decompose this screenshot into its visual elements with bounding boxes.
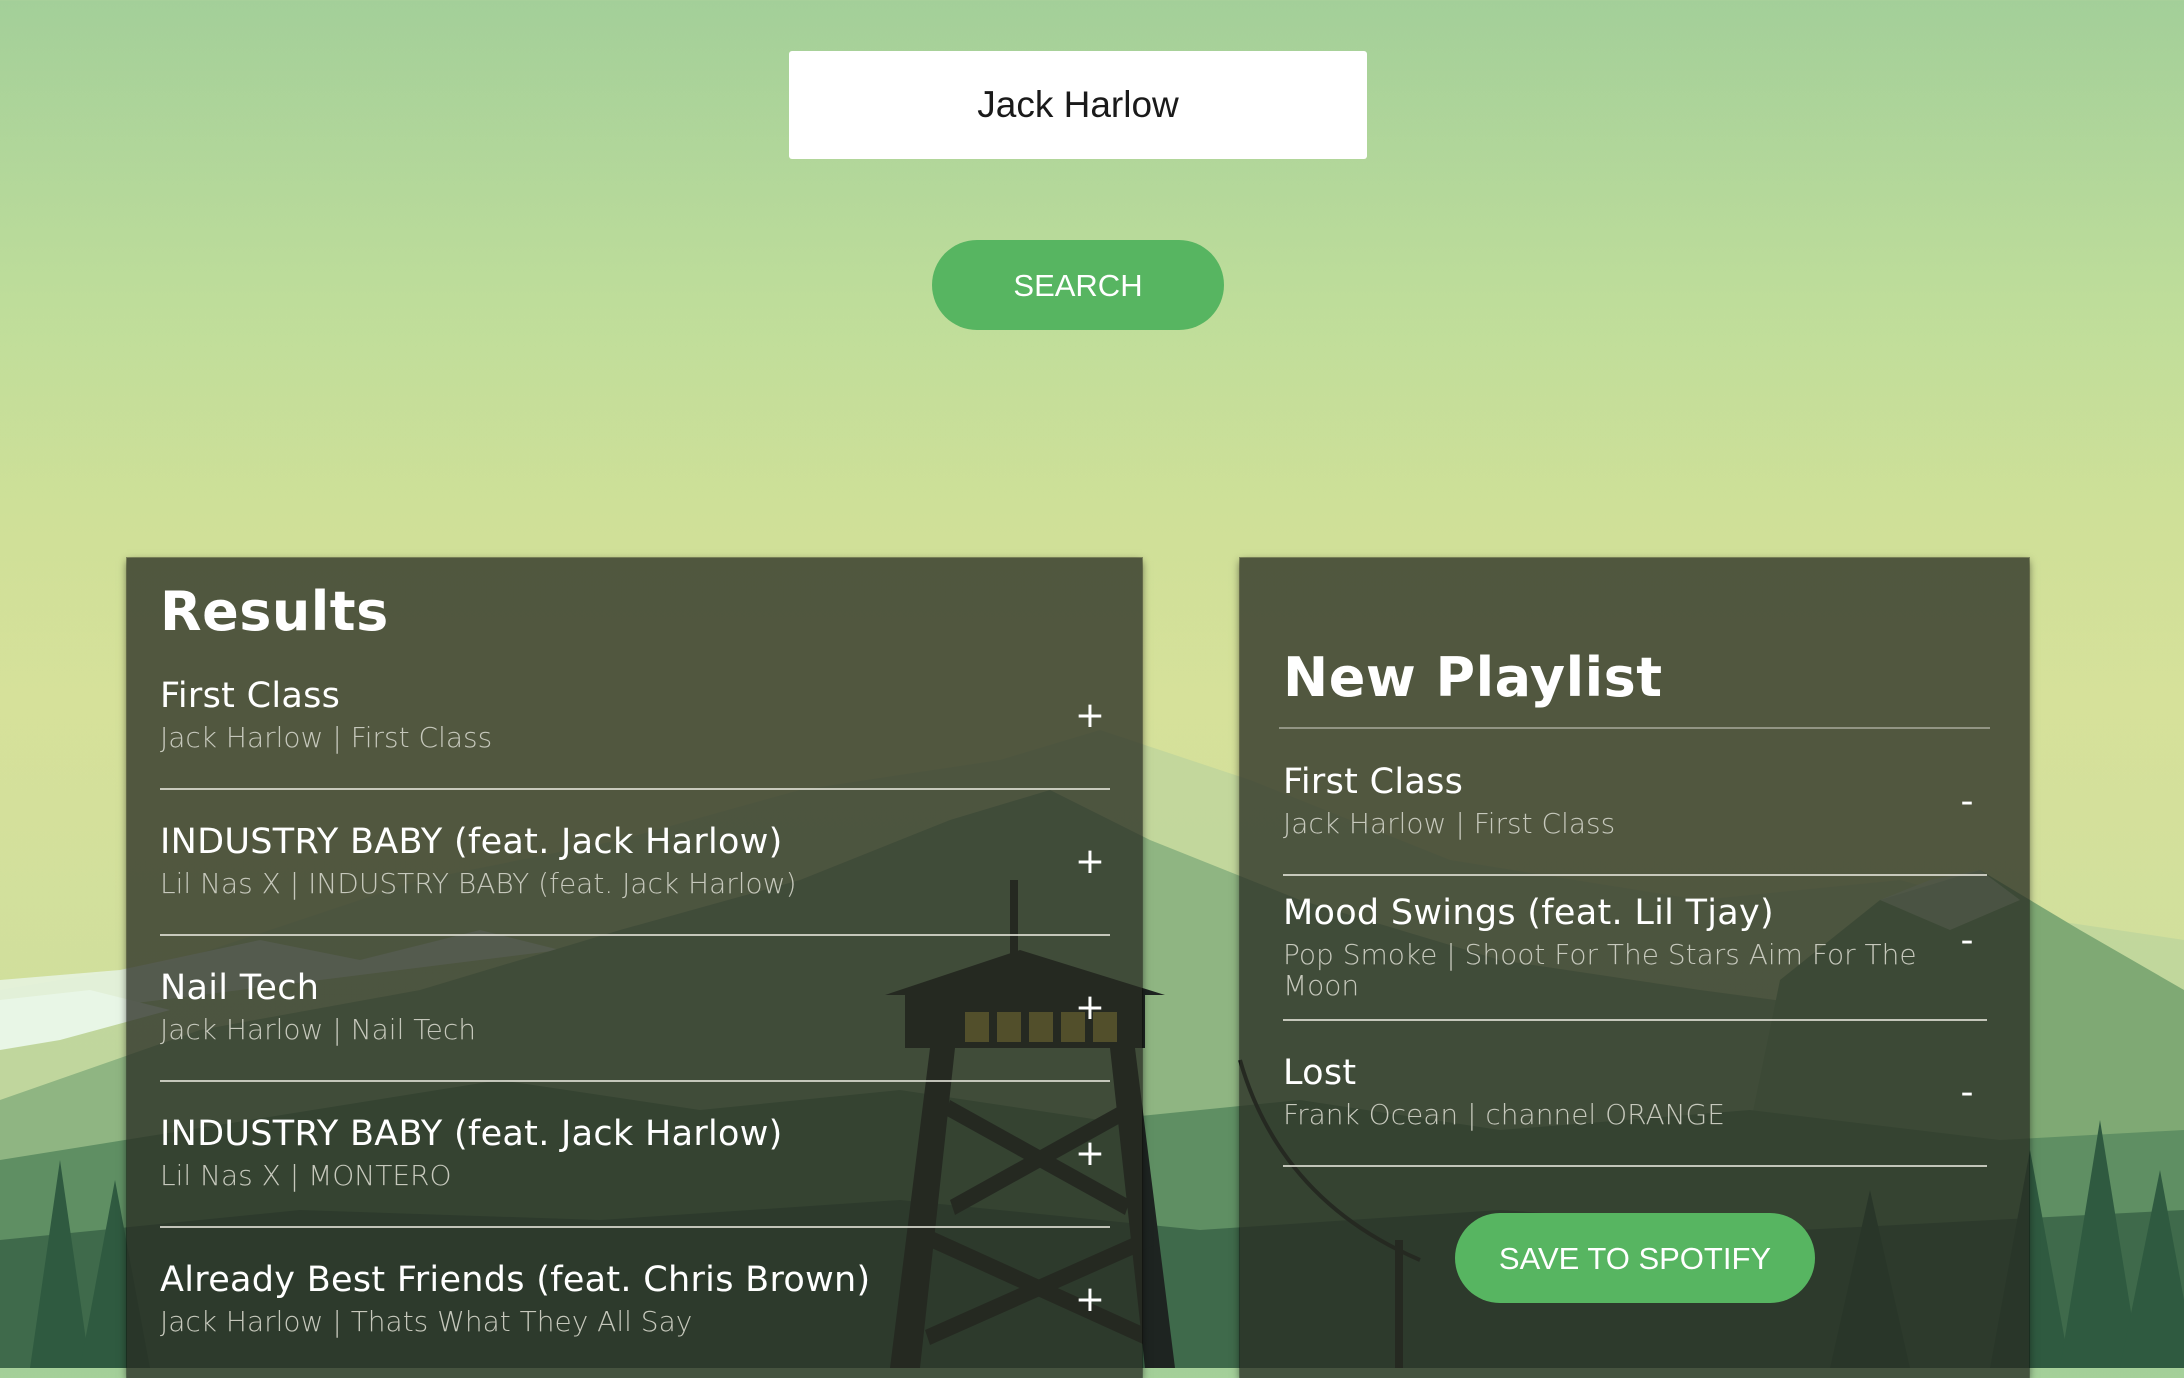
remove-track-button[interactable]: - bbox=[1947, 921, 1987, 961]
playlist-track-2: Mood Swings (feat. Lil Tjay) Pop Smoke |… bbox=[1283, 893, 1987, 1021]
remove-track-button[interactable]: - bbox=[1947, 1073, 1987, 1113]
result-track-5: Already Best Friends (feat. Chris Brown)… bbox=[160, 1260, 1110, 1368]
results-title: Results bbox=[160, 580, 389, 643]
track-info: Jack Harlow | First Class bbox=[1283, 807, 1616, 840]
playlist-track-3: Lost Frank Ocean | channel ORANGE - bbox=[1283, 1053, 1987, 1167]
track-name: INDUSTRY BABY (feat. Jack Harlow) bbox=[160, 822, 783, 862]
playlist-track-1: First Class Jack Harlow | First Class - bbox=[1283, 762, 1987, 876]
add-track-button[interactable]: + bbox=[1070, 1280, 1110, 1320]
save-to-spotify-button[interactable]: SAVE TO SPOTIFY bbox=[1455, 1213, 1815, 1303]
playlist-title-divider bbox=[1279, 727, 1990, 729]
track-name: Lost bbox=[1283, 1053, 1357, 1093]
track-info: Pop Smoke | Shoot For The Stars Aim For … bbox=[1283, 938, 1917, 1002]
track-info: Jack Harlow | Thats What They All Say bbox=[160, 1305, 693, 1338]
track-name: First Class bbox=[1283, 762, 1464, 802]
add-track-button[interactable]: + bbox=[1070, 842, 1110, 882]
track-info: Jack Harlow | First Class bbox=[160, 721, 493, 754]
track-info: Frank Ocean | channel ORANGE bbox=[1283, 1098, 1725, 1131]
track-info: Lil Nas X | MONTERO bbox=[160, 1159, 452, 1192]
add-track-button[interactable]: + bbox=[1070, 988, 1110, 1028]
add-track-button[interactable]: + bbox=[1070, 1134, 1110, 1174]
add-track-button[interactable]: + bbox=[1070, 696, 1110, 736]
remove-track-button[interactable]: - bbox=[1947, 782, 1987, 822]
result-track-3: Nail Tech Jack Harlow | Nail Tech + bbox=[160, 968, 1110, 1082]
track-name: Already Best Friends (feat. Chris Brown) bbox=[160, 1260, 871, 1300]
track-name: INDUSTRY BABY (feat. Jack Harlow) bbox=[160, 1114, 783, 1154]
search-button[interactable]: SEARCH bbox=[932, 240, 1224, 330]
result-track-1: First Class Jack Harlow | First Class + bbox=[160, 676, 1110, 790]
track-info: Jack Harlow | Nail Tech bbox=[160, 1013, 476, 1046]
track-info: Lil Nas X | INDUSTRY BABY (feat. Jack Ha… bbox=[160, 867, 797, 900]
track-name: Mood Swings (feat. Lil Tjay) bbox=[1283, 893, 1775, 933]
search-input[interactable] bbox=[789, 51, 1367, 159]
track-name: First Class bbox=[160, 676, 341, 716]
track-name: Nail Tech bbox=[160, 968, 320, 1008]
playlist-title-input[interactable]: New Playlist bbox=[1283, 646, 1663, 709]
result-track-4: INDUSTRY BABY (feat. Jack Harlow) Lil Na… bbox=[160, 1114, 1110, 1228]
result-track-2: INDUSTRY BABY (feat. Jack Harlow) Lil Na… bbox=[160, 822, 1110, 936]
